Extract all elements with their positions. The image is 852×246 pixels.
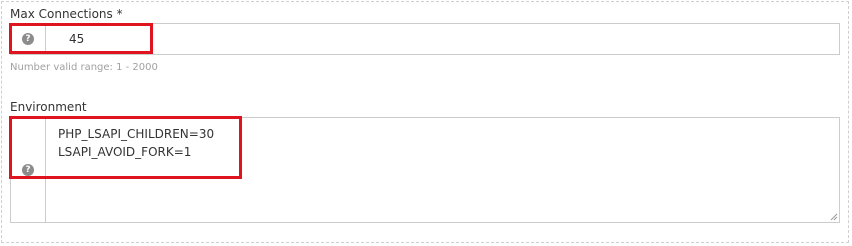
environment-textarea[interactable] bbox=[46, 118, 839, 222]
environment-field-group: ? bbox=[10, 117, 840, 223]
question-circle-icon[interactable]: ? bbox=[22, 33, 34, 45]
max-connections-input[interactable] bbox=[46, 24, 839, 54]
environment-label: Environment bbox=[10, 100, 87, 114]
max-connections-field-group: ? bbox=[10, 23, 840, 55]
max-connections-label: Max Connections * bbox=[10, 7, 123, 21]
environment-help-addon[interactable]: ? bbox=[11, 118, 46, 222]
resize-handle-icon[interactable] bbox=[830, 213, 838, 221]
max-connections-help-text: Number valid range: 1 - 2000 bbox=[10, 62, 158, 73]
question-circle-icon[interactable]: ? bbox=[22, 164, 34, 176]
max-connections-help-addon[interactable]: ? bbox=[11, 24, 46, 54]
